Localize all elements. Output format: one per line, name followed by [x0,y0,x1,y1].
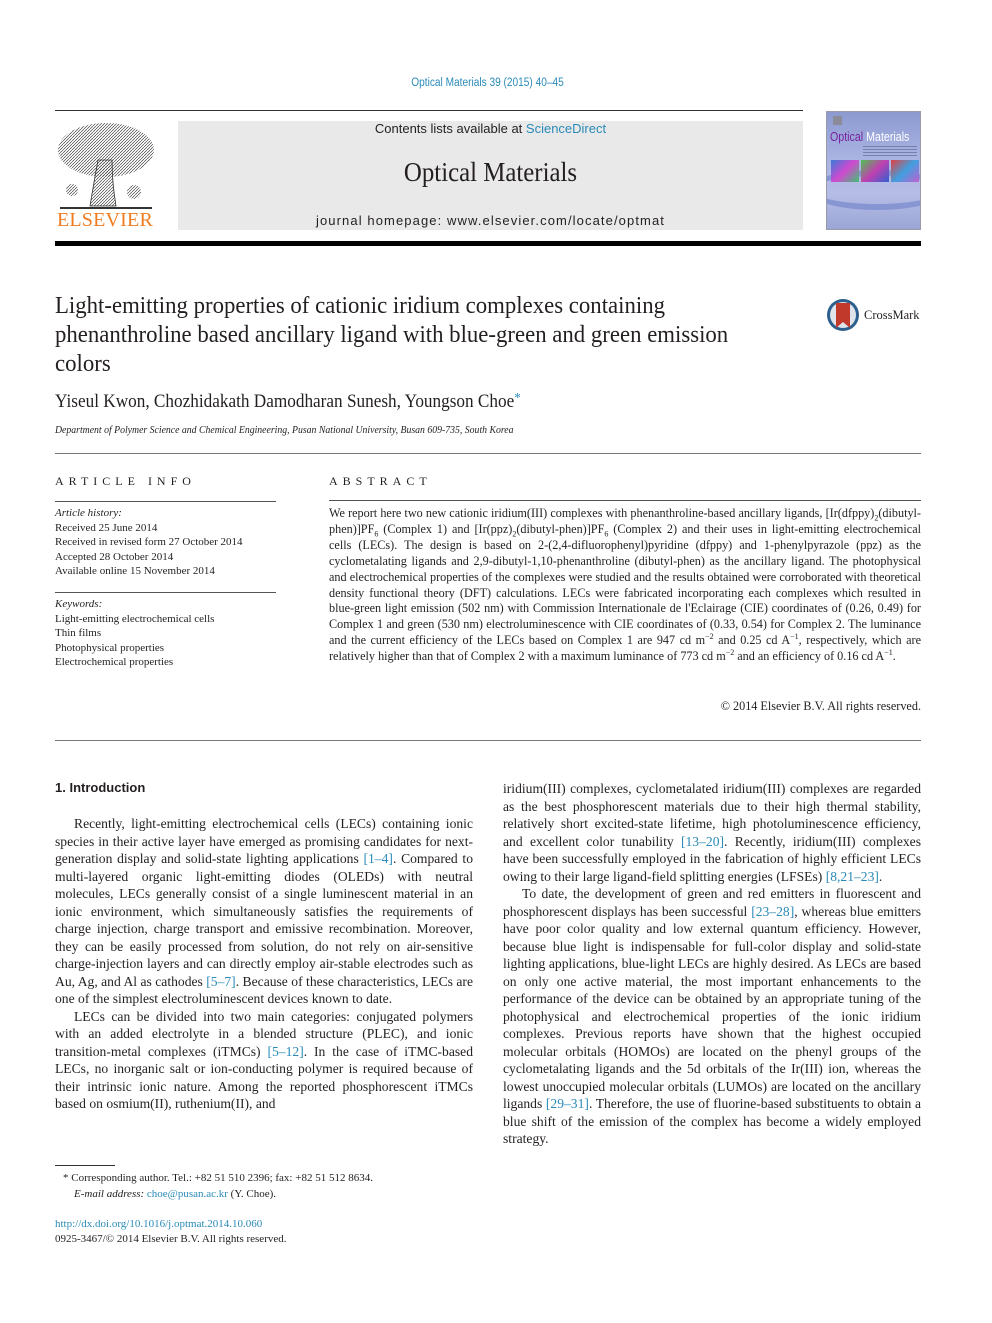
journal-name: Optical Materials [403,157,578,187]
cover-title-part: Optical [830,129,864,144]
elsevier-logo[interactable]: ELSEVIER [54,120,156,232]
authors-text: Yiseul Kwon, Chozhidakath Damodharan Sun… [55,392,515,412]
contents-prefix: Contents lists available at [374,121,526,136]
email-suffix: (Y. Choe). [227,1187,276,1200]
author-affiliation: Department of Polymer Science and Chemic… [55,425,514,436]
text: . Compared to multi-layered organic ligh… [55,851,473,989]
superscript: −1 [790,632,799,642]
contents-available-line: Contents lists available at ScienceDirec… [178,121,803,136]
article-info-heading: ARTICLE INFO [55,474,196,488]
history-accepted: Accepted 28 October 2014 [55,550,174,563]
cover-image [831,160,859,182]
keywords-label: Keywords: [55,598,103,610]
doi-block: http://dx.doi.org/10.1016/j.optmat.2014.… [55,1217,287,1247]
author-list: Yiseul Kwon, Chozhidakath Damodharan Sun… [55,391,521,413]
cover-image [861,160,889,182]
cover-title-part: Materials [863,129,910,144]
footnote: * Corresponding author. Tel.: +82 51 510… [55,1171,485,1202]
history-received: Received 25 June 2014 [55,521,158,534]
keywords: Keywords: Light-emitting electrochemical… [55,597,280,670]
divider [55,592,276,593]
footnote-divider [55,1165,115,1166]
abstract-text: We report here two new cationic iridium(… [329,506,921,665]
keyword: Thin films [55,627,102,640]
abstract-fragment: and 0.25 cd A [713,633,791,648]
email-note: E-mail address: choe@pusan.ac.kr (Y. Cho… [55,1187,485,1203]
divider [55,453,921,454]
crossmark-badge[interactable]: CrossMark [826,298,926,334]
body-column-left: Recently, light-emitting electrochemical… [55,815,473,1113]
citation-link[interactable]: [29–31] [546,1096,589,1111]
doi-link[interactable]: http://dx.doi.org/10.1016/j.optmat.2014.… [55,1217,287,1232]
section-heading-introduction: 1. Introduction [55,780,146,795]
divider [55,740,921,741]
corresponding-author-mark[interactable]: * [514,391,521,406]
paragraph: To date, the development of green and re… [503,885,921,1148]
article-title: Light-emitting properties of cationic ir… [55,292,729,377]
history-online: Available online 15 November 2014 [55,565,215,578]
abstract-fragment: . [892,649,896,664]
elsevier-wordmark: ELSEVIER [56,209,154,231]
abstract-fragment: We report here two new cationic iridium(… [329,506,875,520]
citation-link[interactable]: [5–7] [206,974,235,989]
superscript: −2 [725,648,735,658]
journal-homepage-link[interactable]: journal homepage: www.elsevier.com/locat… [178,213,803,228]
citation-link[interactable]: [5–12] [267,1044,303,1059]
text: , whereas blue emitters have poor color … [503,903,921,1112]
cover-subtitle [863,146,917,156]
header-divider [55,110,803,111]
abstract-heading: ABSTRACT [329,474,432,488]
cover-title: Optical Materials [830,129,909,144]
issn-copyright: 0925-3467/© 2014 Elsevier B.V. All right… [55,1233,287,1245]
email-label: E-mail address: [74,1187,145,1200]
crossmark-label: CrossMark [864,308,920,322]
crossmark-icon [827,299,859,331]
abstract-fragment: (Complex 1) and [Ir(ppz) [378,521,513,536]
citation-link[interactable]: [8,21–23] [826,869,879,884]
paragraph: iridium(III) complexes, cyclometalated i… [503,780,921,885]
footnote-text: Corresponding author. Tel.: +82 51 510 2… [68,1172,373,1184]
body-column-right: iridium(III) complexes, cyclometalated i… [503,780,921,1148]
text: . [878,868,883,884]
history-revised: Received in revised form 27 October 2014 [55,536,243,549]
header-thick-divider [55,241,921,246]
sciencedirect-link[interactable]: ScienceDirect [526,121,606,136]
journal-cover-thumbnail[interactable]: Optical Materials [826,111,921,230]
cover-image [891,160,919,182]
divider [55,501,276,502]
abstract-copyright: © 2014 Elsevier B.V. All rights reserved… [720,699,921,713]
paragraph: Recently, light-emitting electrochemical… [55,815,473,1008]
tree-icon [58,123,154,209]
history-label: Article history: [55,507,122,519]
journal-citation-link[interactable]: Optical Materials 39 (2015) 40–45 [59,77,917,89]
cover-publisher-icon [833,116,842,125]
abstract-fragment: (dibutyl-phen)]PF [516,521,605,536]
citation-link[interactable]: [1–4] [363,851,392,866]
keyword: Light-emitting electrochemical cells [55,612,215,625]
citation-link[interactable]: [23–28] [751,904,794,919]
divider [329,500,921,501]
superscript: −2 [705,632,714,642]
abstract-fragment: and an efficiency of 0.16 cd A [734,649,885,664]
corresponding-author-note: * Corresponding author. Tel.: +82 51 510… [55,1171,485,1187]
keyword: Electrochemical properties [55,656,174,669]
email-link[interactable]: choe@pusan.ac.kr [147,1188,228,1200]
abstract-fragment: (Complex 2) and their uses in light-emit… [329,521,921,648]
keyword: Photophysical properties [55,641,165,654]
article-history: Article history: Received 25 June 2014 R… [55,506,280,579]
citation-link[interactable]: [13–20] [681,834,724,849]
superscript: −1 [884,648,893,658]
paragraph: LECs can be divided into two main catego… [55,1008,473,1113]
